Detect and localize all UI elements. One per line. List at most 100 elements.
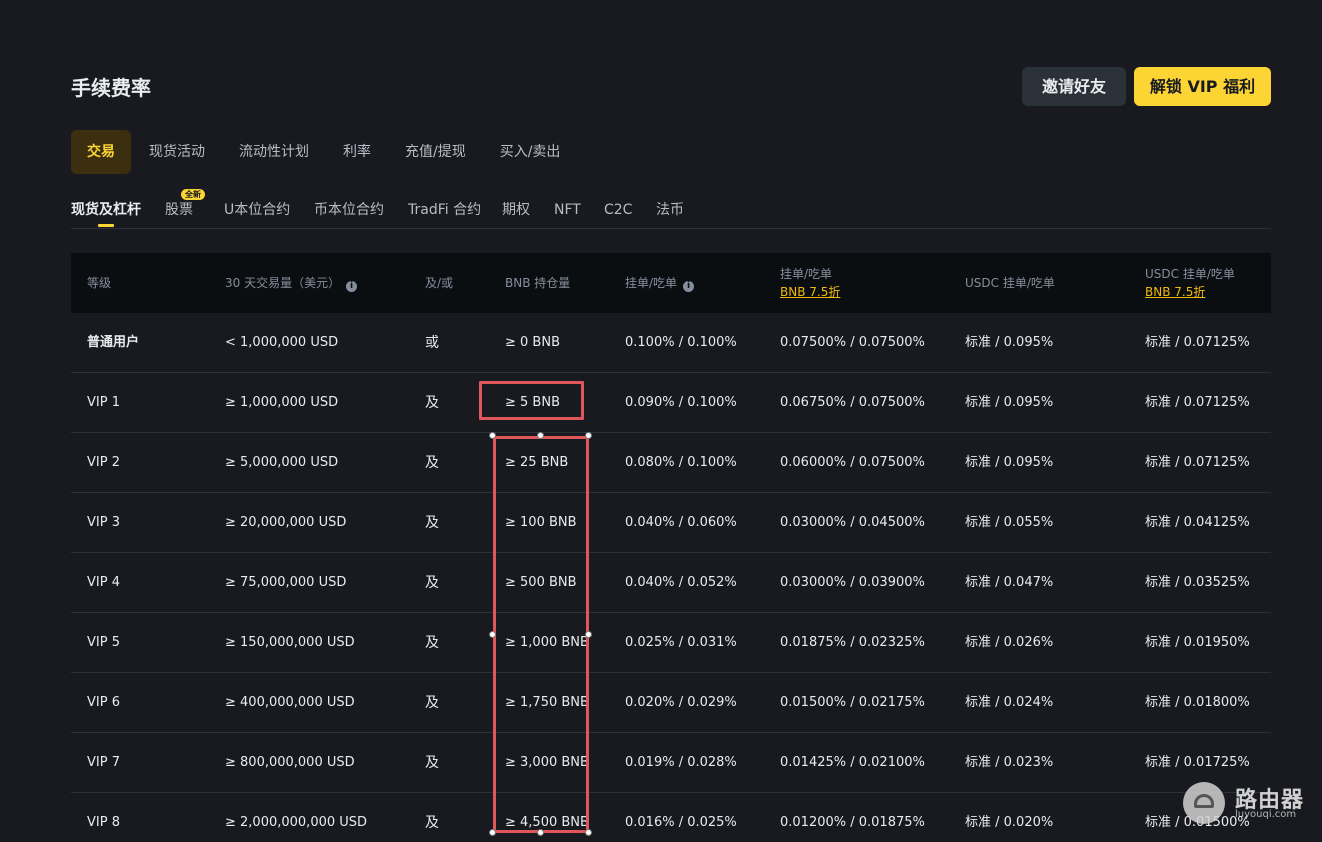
fee-rate-page: 手续费率 邀请好友 解锁 VIP 福利 交易 现货活动 流动性计划 利率 充值/…: [0, 0, 1322, 842]
resize-handle[interactable]: [537, 432, 544, 439]
cell-volume: < 1,000,000 USD: [225, 335, 339, 350]
cell-maker-taker-bnb: 0.06750% / 0.07500%: [780, 395, 925, 410]
cell-volume: ≥ 75,000,000 USD: [225, 575, 347, 590]
table-row: VIP 7 ≥ 800,000,000 USD 及 ≥ 3,000 BNB 0.…: [71, 733, 1271, 793]
bnb-discount-link[interactable]: BNB 7.5折: [780, 284, 840, 300]
cell-level: VIP 6: [87, 695, 120, 710]
cell-maker-taker: 0.016% / 0.025%: [625, 815, 737, 830]
table-row: VIP 2 ≥ 5,000,000 USD 及 ≥ 25 BNB 0.080% …: [71, 433, 1271, 493]
info-icon[interactable]: i: [683, 281, 695, 292]
tab-fiat[interactable]: 法币: [656, 201, 684, 219]
tab-tradfi-futures[interactable]: TradFi 合约: [408, 201, 481, 219]
watermark: 路由器 luyouqi.com: [1183, 780, 1318, 830]
header-usdc-bnb: USDC 挂单/吃单 BNB 7.5折: [1145, 266, 1235, 300]
cell-level: VIP 4: [87, 575, 120, 590]
unlock-vip-button[interactable]: 解锁 VIP 福利: [1134, 67, 1271, 106]
tab-nft[interactable]: NFT: [554, 201, 581, 219]
header-level: 等级: [87, 276, 112, 290]
cell-maker-taker-bnb: 0.01500% / 0.02175%: [780, 695, 925, 710]
cell-andor: 及: [425, 515, 439, 531]
resize-handle[interactable]: [585, 631, 592, 638]
tab-spot-activity[interactable]: 现货活动: [133, 130, 221, 174]
table-row: VIP 3 ≥ 20,000,000 USD 及 ≥ 100 BNB 0.040…: [71, 493, 1271, 553]
tab-trading[interactable]: 交易: [71, 130, 131, 174]
cell-volume: ≥ 800,000,000 USD: [225, 755, 355, 770]
tab-stocks[interactable]: 股票: [165, 201, 193, 219]
tab-usdm-futures[interactable]: U本位合约: [224, 201, 290, 219]
header-maker-taker-bnb: 挂单/吃单 BNB 7.5折: [780, 266, 840, 300]
header-maker-taker-label: 挂单/吃单: [625, 276, 678, 290]
tab-c2c[interactable]: C2C: [604, 201, 632, 219]
cell-usdc: 标准 / 0.024%: [965, 695, 1054, 710]
cell-maker-taker: 0.080% / 0.100%: [625, 455, 737, 470]
cell-maker-taker: 0.100% / 0.100%: [625, 335, 737, 350]
table-header: 等级 30 天交易量（美元） i 及/或 BNB 持仓量 挂单/吃单 i 挂单/吃单…: [71, 253, 1271, 313]
resize-handle[interactable]: [489, 829, 496, 836]
cell-usdc: 标准 / 0.095%: [965, 455, 1054, 470]
bnb-discount-link[interactable]: BNB 7.5折: [1145, 284, 1235, 300]
resize-handle[interactable]: [585, 829, 592, 836]
tab-liquidity-program[interactable]: 流动性计划: [223, 130, 325, 174]
cell-volume: ≥ 400,000,000 USD: [225, 695, 355, 710]
resize-handle[interactable]: [585, 432, 592, 439]
highlight-box-vip1-bnb: [479, 381, 584, 420]
tab-buy-sell[interactable]: 买入/卖出: [484, 130, 577, 174]
cell-usdc: 标准 / 0.055%: [965, 515, 1054, 530]
header-volume: 30 天交易量（美元） i: [225, 275, 358, 292]
cell-level: VIP 1: [87, 395, 120, 410]
cell-usdc-bnb: 标准 / 0.07125%: [1145, 455, 1250, 470]
cell-usdc: 标准 / 0.026%: [965, 635, 1054, 650]
fee-table: 等级 30 天交易量（美元） i 及/或 BNB 持仓量 挂单/吃单 i 挂单/吃单…: [71, 253, 1271, 842]
table-row: 普通用户 < 1,000,000 USD 或 ≥ 0 BNB 0.100% / …: [71, 313, 1271, 373]
tab-spot-margin[interactable]: 现货及杠杆: [71, 201, 141, 219]
cell-level: 普通用户: [87, 335, 140, 350]
invite-friends-button[interactable]: 邀请好友: [1022, 67, 1126, 106]
cell-maker-taker-bnb: 0.03000% / 0.03900%: [780, 575, 925, 590]
highlight-box-bnb-column[interactable]: [493, 436, 589, 833]
resize-handle[interactable]: [489, 631, 496, 638]
table-row: VIP 8 ≥ 2,000,000,000 USD 及 ≥ 4,500 BNB …: [71, 793, 1271, 842]
cell-volume: ≥ 5,000,000 USD: [225, 455, 339, 470]
resize-handle[interactable]: [537, 829, 544, 836]
cell-andor: 及: [425, 635, 439, 651]
cell-andor: 或: [425, 335, 439, 351]
tab-interest-rate[interactable]: 利率: [327, 130, 387, 174]
secondary-tabs: 现货及杠杆 股票 全新 U本位合约 币本位合约 TradFi 合约 期权 NFT…: [71, 189, 1271, 229]
watermark-sub: luyouqi.com: [1235, 809, 1297, 820]
tab-coinm-futures[interactable]: 币本位合约: [314, 201, 384, 219]
cell-level: VIP 2: [87, 455, 120, 470]
cell-usdc-bnb: 标准 / 0.01800%: [1145, 695, 1250, 710]
cell-andor: 及: [425, 695, 439, 711]
router-logo-icon: [1183, 782, 1225, 824]
header-maker-taker-bnb-label: 挂单/吃单: [780, 267, 833, 281]
cell-volume: ≥ 1,000,000 USD: [225, 395, 339, 410]
cell-usdc: 标准 / 0.095%: [965, 395, 1054, 410]
cell-andor: 及: [425, 455, 439, 471]
new-badge: 全新: [181, 189, 205, 200]
info-icon[interactable]: i: [346, 281, 358, 292]
primary-tabs: 交易 现货活动 流动性计划 利率 充值/提现 买入/卖出: [71, 130, 578, 174]
cell-maker-taker-bnb: 0.07500% / 0.07500%: [780, 335, 925, 350]
tab-options[interactable]: 期权: [502, 201, 530, 219]
resize-handle[interactable]: [489, 432, 496, 439]
cell-usdc-bnb: 标准 / 0.03525%: [1145, 575, 1250, 590]
table-row: VIP 1 ≥ 1,000,000 USD 及 ≥ 5 BNB 0.090% /…: [71, 373, 1271, 433]
cell-andor: 及: [425, 755, 439, 771]
tab-deposit-withdraw[interactable]: 充值/提现: [389, 130, 482, 174]
cell-usdc: 标准 / 0.047%: [965, 575, 1054, 590]
header-usdc-bnb-label: USDC 挂单/吃单: [1145, 267, 1235, 281]
cell-andor: 及: [425, 575, 439, 591]
cell-maker-taker-bnb: 0.01875% / 0.02325%: [780, 635, 925, 650]
cell-usdc: 标准 / 0.095%: [965, 335, 1054, 350]
table-row: VIP 4 ≥ 75,000,000 USD 及 ≥ 500 BNB 0.040…: [71, 553, 1271, 613]
cell-andor: 及: [425, 815, 439, 831]
cell-volume: ≥ 150,000,000 USD: [225, 635, 355, 650]
active-tab-indicator: [98, 224, 114, 227]
cell-usdc-bnb: 标准 / 0.07125%: [1145, 335, 1250, 350]
header-bnb-holding: BNB 持仓量: [505, 276, 571, 290]
table-row: VIP 5 ≥ 150,000,000 USD 及 ≥ 1,000 BNB 0.…: [71, 613, 1271, 673]
cell-usdc: 标准 / 0.020%: [965, 815, 1054, 830]
header-andor: 及/或: [425, 276, 454, 290]
header-maker-taker: 挂单/吃单 i: [625, 275, 695, 292]
cell-usdc-bnb: 标准 / 0.07125%: [1145, 395, 1250, 410]
